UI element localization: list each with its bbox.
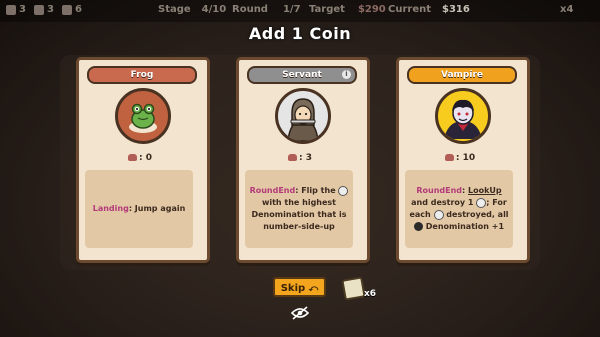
card-name: Vampire [407, 66, 517, 84]
frog-icon [115, 88, 171, 144]
price-icon [288, 154, 297, 161]
speed-indicator[interactable]: x4 [560, 4, 573, 15]
coin-card-frog[interactable]: Frog : 0 Landing: Jump again [76, 57, 210, 263]
keyword: Landing [92, 204, 129, 213]
coin-icon [338, 185, 349, 196]
reroll-count: x6 [364, 289, 377, 299]
reroll-ticket-icon[interactable] [341, 276, 366, 301]
token-icon [62, 4, 72, 15]
keyword: RoundEnd [416, 186, 463, 195]
target-indicator: Target $290 [309, 4, 386, 15]
vampire-icon [435, 88, 491, 144]
card-price: : 10 [399, 153, 521, 163]
info-icon[interactable]: i [342, 70, 351, 79]
dialog-title: Add 1 Coin [248, 24, 352, 43]
card-price: : 3 [239, 153, 361, 163]
eye-slash-icon[interactable] [290, 305, 310, 320]
coin-icon [433, 209, 444, 220]
card-description: Landing: Jump again [85, 170, 193, 248]
servant-icon [275, 88, 331, 144]
hud-stat-1: 3 [6, 4, 26, 15]
hud-stat-2: 3 [34, 4, 54, 15]
coin-card-vampire[interactable]: Vampire : 10 RoundEnd: LookUp and destro… [396, 57, 530, 263]
price-icon [128, 154, 137, 161]
top-hud: 3 3 6 Stage 4/10 Round 1/7 Target $290 C… [0, 0, 600, 22]
hand-icon [34, 4, 44, 15]
round-indicator: Round 1/7 [232, 4, 301, 15]
current-indicator: Current $316 [388, 4, 470, 15]
skip-button[interactable]: Skip ⤺ [273, 277, 326, 297]
redo-arrow-icon: ⤺ [308, 284, 319, 294]
card-price: : 0 [79, 153, 201, 163]
hud-stat-3: 6 [62, 4, 82, 15]
coin-icon [476, 197, 487, 208]
card-description: RoundEnd: LookUp and destroy 1 ; For eac… [405, 170, 513, 248]
keyword: RoundEnd [249, 186, 296, 195]
card-name: Servant i [247, 66, 357, 84]
coin-card-servant[interactable]: Servant i : 3 RoundEnd: Flip the with th… [236, 57, 370, 263]
bag-icon [6, 4, 16, 15]
stage-indicator: Stage 4/10 [158, 4, 227, 15]
vampire-small-icon [413, 222, 423, 231]
card-description: RoundEnd: Flip the with the highest Deno… [245, 170, 353, 248]
lookup-link[interactable]: LookUp [468, 186, 502, 195]
card-name: Frog [87, 66, 197, 84]
price-icon [444, 154, 454, 161]
